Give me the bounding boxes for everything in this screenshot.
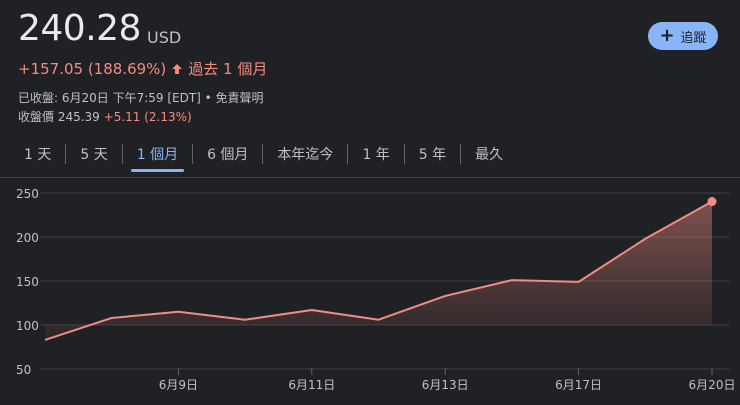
tab-ytd[interactable]: 本年迄今 [263,140,347,168]
tab-5-day[interactable]: 5 天 [66,140,121,168]
range-tabs: 1 天 5 天 1 個月 6 個月 本年迄今 1 年 5 年 最久 [10,138,517,172]
y-tick-label: 150 [16,275,39,289]
current-price: 240.28 [18,8,141,49]
y-tick-label: 250 [16,187,39,201]
change-value: +157.05 (188.69%) [18,59,167,78]
tab-1-month[interactable]: 1 個月 [123,140,192,172]
y-tick-label: 200 [16,231,39,245]
x-tick-label: 6月11日 [288,378,335,392]
last-price-dot [707,197,717,207]
close-price: 收盤價 245.39 [18,110,100,124]
arrow-up-icon [172,63,183,74]
x-tick-label: 6月9日 [159,378,198,392]
tab-1-day[interactable]: 1 天 [10,140,65,168]
tab-6-month[interactable]: 6 個月 [193,140,262,168]
close-info: 已收盤: 6月20日 下午7:59 [EDT] • 免責聲明 [18,91,264,105]
follow-label: 追蹤 [680,30,707,46]
y-tick-label: 100 [16,319,39,333]
x-tick-label: 6月17日 [555,378,602,392]
change-period: 過去 1 個月 [188,60,268,78]
x-tick-label: 6月13日 [422,378,469,392]
y-tick-label: 50 [16,363,31,377]
after-hours-change: +5.11 (2.13%) [103,110,192,124]
follow-button[interactable]: + 追蹤 [648,22,718,50]
tab-5-year[interactable]: 5 年 [405,140,460,168]
tab-1-year[interactable]: 1 年 [348,140,403,168]
x-tick-label: 6月20日 [689,378,736,392]
currency-label: USD [147,28,182,47]
price-change: +157.05 (188.69%) 過去 1 個月 [18,58,267,79]
tab-max[interactable]: 最久 [461,140,517,168]
plus-icon: + [659,25,675,46]
close-price-row: 收盤價 245.39 +5.11 (2.13%) [18,108,192,125]
price-chart[interactable]: 50 100 150 200 250 6月9日 6月11日 6月13日 6月17日 6月20日 [0,178,740,405]
